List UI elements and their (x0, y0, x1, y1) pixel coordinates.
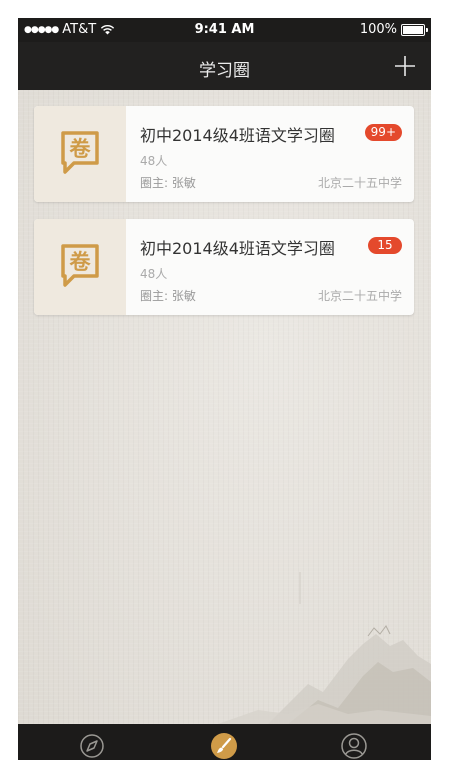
battery-icon (401, 23, 428, 36)
circle-name: 初中2014级4班语文学习圈 (140, 126, 335, 145)
member-count: 48人 (140, 267, 168, 281)
plus-icon[interactable] (393, 54, 417, 78)
navigation-bar: 学习圈 (18, 42, 431, 90)
phone-screen: ●●●●● AT&T 9:41 AM 100% 学习圈 卷 初中2014级4班语… (18, 18, 431, 760)
circle-card[interactable]: 卷 初中2014级4班语文学习圈 15 48人 圈主: 张敏 北京二十五中学 (34, 219, 414, 315)
circle-school: 北京二十五中学 (317, 176, 402, 190)
status-bar: ●●●●● AT&T 9:41 AM 100% (18, 18, 431, 42)
unread-badge: 15 (368, 237, 402, 254)
circle-owner: 圈主: 张敏 (140, 176, 196, 190)
member-count: 48人 (140, 154, 168, 168)
circle-icon: 卷 (61, 244, 99, 287)
circle-owner: 圈主: 张敏 (140, 289, 196, 303)
circle-thumbnail: 卷 (34, 219, 126, 315)
svg-text:卷: 卷 (70, 250, 92, 274)
circle-icon: 卷 (61, 131, 99, 174)
svg-text:卷: 卷 (70, 137, 92, 161)
circle-school: 北京二十五中学 (317, 289, 402, 303)
compass-icon[interactable] (78, 732, 106, 760)
circle-card[interactable]: 卷 初中2014级4班语文学习圈 99+ 48人 圈主: 张敏 北京二十五中学 (34, 106, 414, 202)
landscape-background (218, 572, 431, 724)
circle-list[interactable]: 卷 初中2014级4班语文学习圈 99+ 48人 圈主: 张敏 北京二十五中学 … (18, 90, 431, 724)
battery-indicator: 100% (359, 22, 428, 37)
circle-thumbnail: 卷 (34, 106, 126, 202)
circle-name: 初中2014级4班语文学习圈 (140, 239, 335, 258)
page-title: 学习圈 (199, 61, 250, 81)
unread-badge: 99+ (364, 124, 402, 141)
battery-percent: 100% (359, 22, 397, 37)
brush-icon[interactable] (210, 732, 238, 760)
profile-icon[interactable] (340, 732, 368, 760)
tab-bar (18, 724, 431, 760)
